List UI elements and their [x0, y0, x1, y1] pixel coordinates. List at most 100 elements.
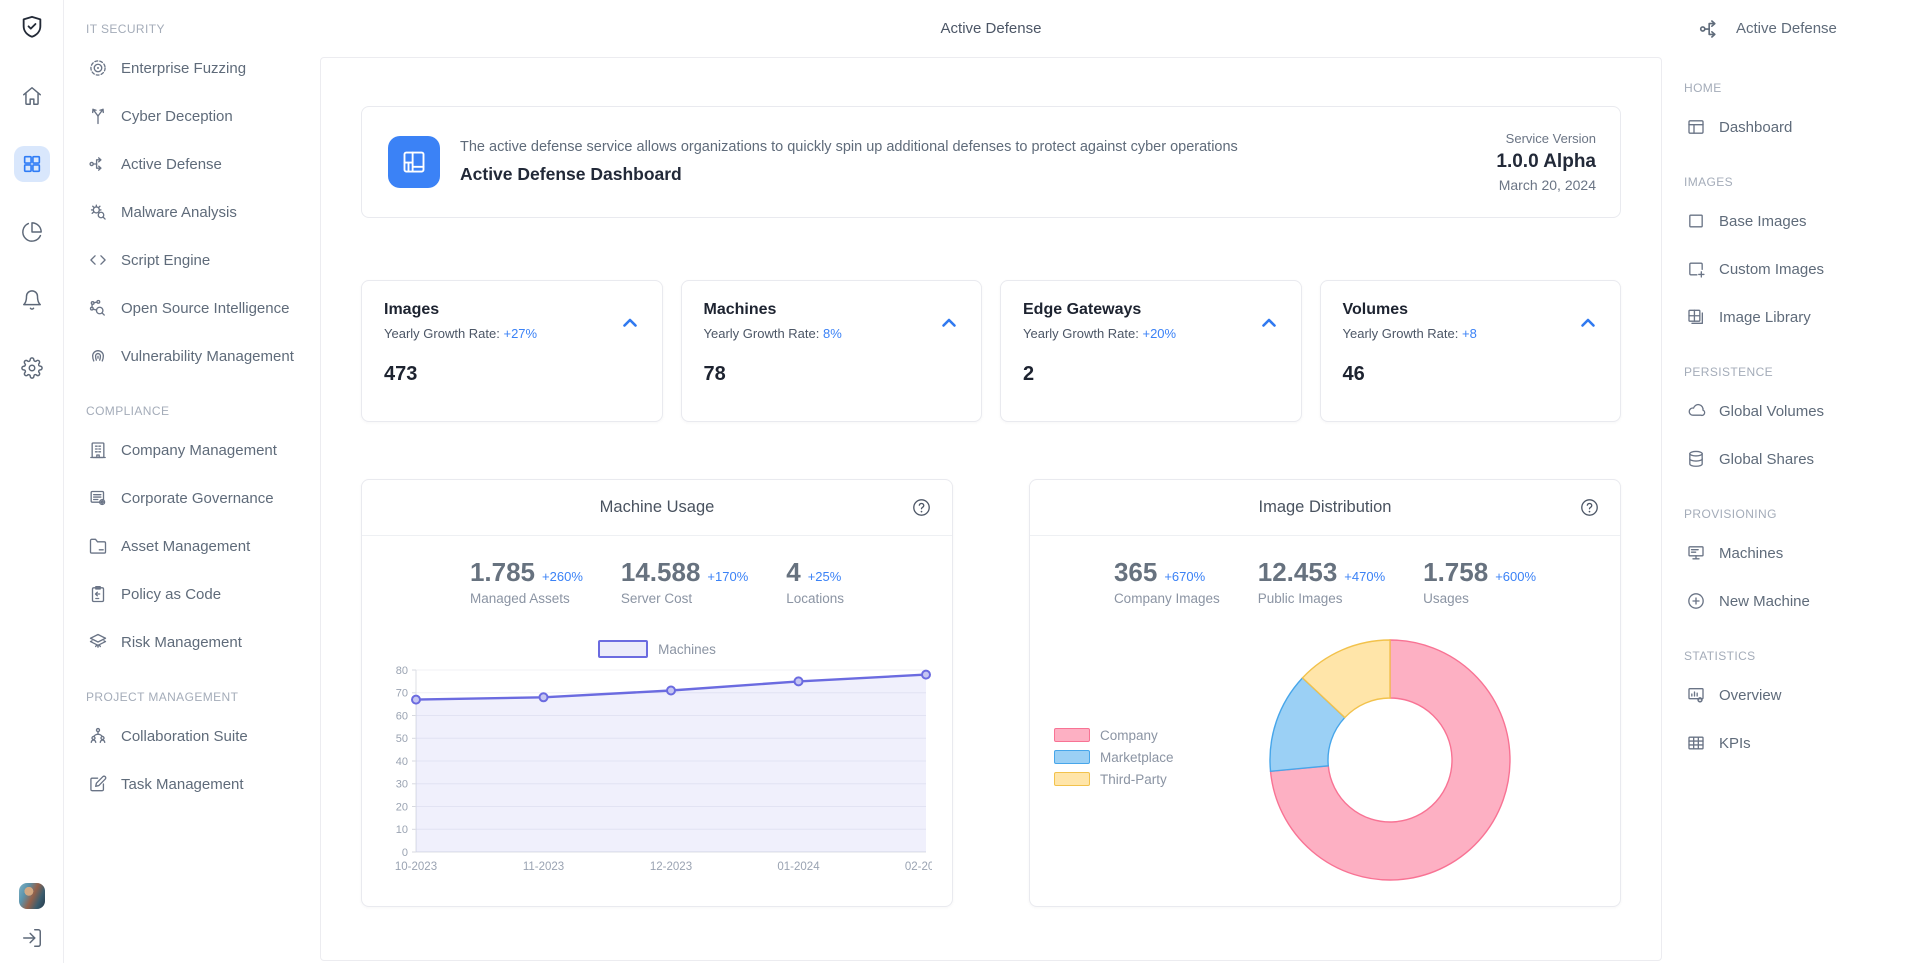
legend-swatch — [1054, 772, 1090, 786]
svg-text:40: 40 — [396, 756, 408, 768]
svg-text:01-2024: 01-2024 — [777, 861, 820, 873]
rightbar-item-label: Image Library — [1719, 309, 1811, 326]
rightbar-item-custom-images[interactable]: Custom Images — [1662, 245, 1920, 293]
app-logo-shield-icon[interactable] — [19, 14, 45, 40]
sidebar-item-active-defense[interactable]: Active Defense — [64, 140, 320, 188]
context-header: Active Defense — [1662, 0, 1920, 57]
stat-card-value: 78 — [704, 363, 960, 386]
collapse-chevron-up-icon[interactable] — [618, 311, 642, 335]
left-sidebar: IT SECURITYEnterprise FuzzingCyber Decep… — [64, 0, 320, 963]
main-area: Active Defense The active defense servic… — [320, 0, 1662, 963]
sidebar-item-asset-management[interactable]: Asset Management — [64, 522, 320, 570]
chart-stat-server-cost: 14.588+170%Server Cost — [621, 557, 748, 606]
rightbar-item-label: Custom Images — [1719, 261, 1824, 278]
rightbar-item-image-library[interactable]: Image Library — [1662, 293, 1920, 341]
rightbar-item-global-volumes[interactable]: Global Volumes — [1662, 387, 1920, 435]
rightbar-item-global-shares[interactable]: Global Shares — [1662, 435, 1920, 483]
logout-icon[interactable] — [21, 927, 43, 949]
chart-stat-value: 4 — [786, 557, 800, 588]
sidebar-item-label: Task Management — [121, 776, 244, 793]
help-icon[interactable] — [911, 497, 932, 518]
apps-grid-icon — [21, 153, 43, 175]
service-version-label: Service Version — [1496, 131, 1596, 146]
page-title: Active Defense — [320, 0, 1662, 57]
sidebar-item-label: Policy as Code — [121, 586, 221, 603]
rightbar-item-label: KPIs — [1719, 735, 1751, 752]
sidebar-item-script-engine[interactable]: Script Engine — [64, 236, 320, 284]
context-header-label: Active Defense — [1736, 20, 1837, 37]
sidebar-item-label: Malware Analysis — [121, 204, 237, 221]
rail-item-home[interactable] — [14, 78, 50, 114]
stat-card-machines: MachinesYearly Growth Rate: 8%78 — [681, 280, 983, 422]
chart-stat-delta: +470% — [1344, 569, 1385, 584]
rail-item-apps-grid[interactable] — [14, 146, 50, 182]
help-icon[interactable] — [1579, 497, 1600, 518]
rightbar-item-label: New Machine — [1719, 593, 1810, 610]
chart-title: Machine Usage — [600, 498, 715, 517]
collapse-chevron-up-icon[interactable] — [937, 311, 961, 335]
active-defense-flow-icon — [1698, 16, 1724, 42]
sidebar-item-malware-analysis[interactable]: Malware Analysis — [64, 188, 320, 236]
sidebar-item-collaboration-suite[interactable]: Collaboration Suite — [64, 712, 320, 760]
rightbar-item-base-images[interactable]: Base Images — [1662, 197, 1920, 245]
machines-legend[interactable]: Machines — [362, 640, 952, 658]
stat-card-value: 473 — [384, 363, 640, 386]
sidebar-item-open-source-intelligence[interactable]: Open Source Intelligence — [64, 284, 320, 332]
sidebar-item-label: Open Source Intelligence — [121, 300, 289, 317]
sidebar-item-enterprise-fuzzing[interactable]: Enterprise Fuzzing — [64, 44, 320, 92]
svg-text:60: 60 — [396, 710, 408, 722]
chart-header: Image Distribution — [1030, 480, 1620, 536]
sidebar-item-risk-management[interactable]: Risk Management — [64, 618, 320, 666]
sidebar-item-corporate-governance[interactable]: Corporate Governance — [64, 474, 320, 522]
machine-usage-chart: 0102030405060708010-202311-202312-202301… — [384, 664, 934, 876]
legend-item-company[interactable]: Company — [1054, 728, 1204, 743]
svg-text:12-2023: 12-2023 — [650, 861, 692, 873]
legend-swatch — [598, 640, 648, 658]
stat-card-value: 2 — [1023, 363, 1279, 386]
layout-icon — [1686, 117, 1706, 137]
sidebar-item-company-management[interactable]: Company Management — [64, 426, 320, 474]
rail-item-bell[interactable] — [14, 282, 50, 318]
flow-icon — [88, 154, 108, 174]
service-version-value: 1.0.0 Alpha — [1496, 151, 1596, 173]
icon-rail — [0, 0, 64, 963]
stat-card-title: Volumes — [1343, 301, 1599, 319]
chart-stat-delta: +670% — [1164, 569, 1205, 584]
sidebar-item-task-management[interactable]: Task Management — [64, 760, 320, 808]
rightbar-item-kpis[interactable]: KPIs — [1662, 719, 1920, 767]
collapse-chevron-up-icon[interactable] — [1576, 311, 1600, 335]
stat-card-growth: Yearly Growth Rate: +27% — [384, 326, 640, 341]
legend-label: Machines — [658, 642, 716, 657]
rightbar-item-overview[interactable]: Overview — [1662, 671, 1920, 719]
rightbar-item-new-machine[interactable]: New Machine — [1662, 577, 1920, 625]
rightbar-nav: HOMEDashboardIMAGESBase ImagesCustom Ima… — [1662, 57, 1920, 767]
chart-stat-delta: +260% — [542, 569, 583, 584]
image-distribution-stats: 365+670%Company Images12.453+470%Public … — [1030, 557, 1620, 606]
chart-stat-label: Locations — [786, 591, 844, 606]
rail-item-pie-chart[interactable] — [14, 214, 50, 250]
donut-legend: Company Marketplace Third-Party — [1054, 728, 1204, 787]
chart-header: Machine Usage — [362, 480, 952, 536]
rightbar-item-machines[interactable]: Machines — [1662, 529, 1920, 577]
section-title-project-management: PROJECT MANAGEMENT — [64, 682, 320, 712]
rail-icon-list — [14, 78, 50, 386]
service-version-block: Service Version 1.0.0 Alpha March 20, 20… — [1496, 131, 1596, 193]
sidebar-item-cyber-deception[interactable]: Cyber Deception — [64, 92, 320, 140]
sidebar-item-policy-as-code[interactable]: Policy as Code — [64, 570, 320, 618]
sidebar-item-label: Asset Management — [121, 538, 250, 555]
section-title-provisioning: PROVISIONING — [1662, 499, 1920, 529]
chart-stat-value: 1.758 — [1423, 557, 1488, 588]
database-icon — [1686, 449, 1706, 469]
legend-swatch — [1054, 728, 1090, 742]
svg-text:70: 70 — [396, 688, 408, 700]
rail-item-gear[interactable] — [14, 350, 50, 386]
stat-card-row: ImagesYearly Growth Rate: +27%473Machine… — [361, 280, 1621, 422]
user-avatar[interactable] — [19, 883, 45, 909]
sidebar-item-vulnerability-management[interactable]: Vulnerability Management — [64, 332, 320, 380]
legend-item-third-party[interactable]: Third-Party — [1054, 772, 1204, 787]
legend-item-marketplace[interactable]: Marketplace — [1054, 750, 1204, 765]
rightbar-item-dashboard[interactable]: Dashboard — [1662, 103, 1920, 151]
chart-stat-public-images: 12.453+470%Public Images — [1258, 557, 1385, 606]
charts-row: Machine Usage 1.785+260%Managed Assets14… — [361, 479, 1621, 907]
collapse-chevron-up-icon[interactable] — [1257, 311, 1281, 335]
